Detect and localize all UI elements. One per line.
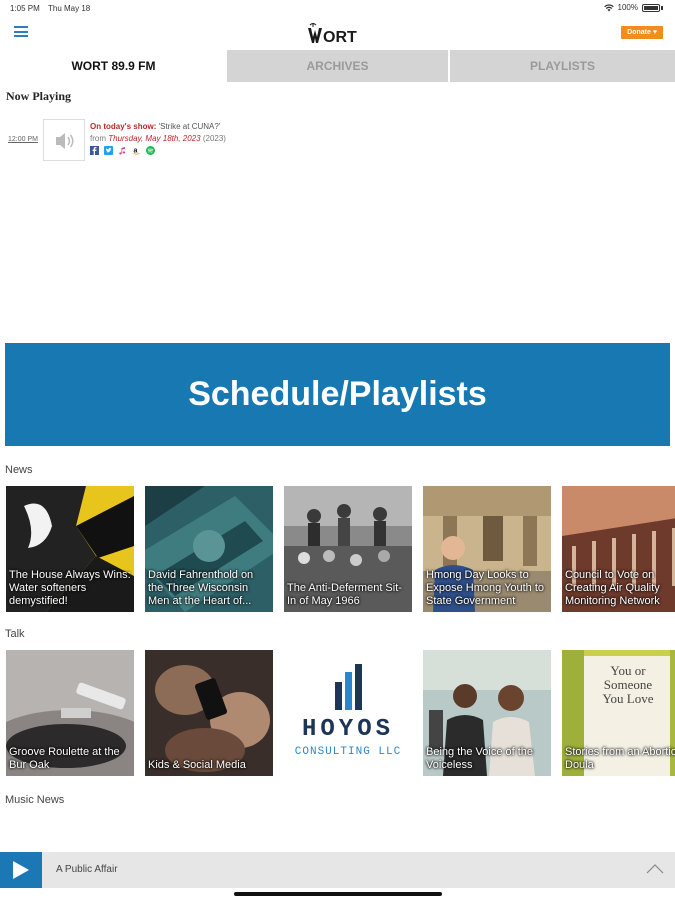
show-label: On today's show: xyxy=(90,122,157,131)
share-icons: a xyxy=(90,146,226,155)
sponsor-card-hoyos[interactable]: HOYOS CONSULTING LLC xyxy=(284,650,412,776)
tab-archives[interactable]: ARCHIVES xyxy=(227,50,450,82)
status-time: 1:05 PM xyxy=(10,4,40,13)
hoyos-name: HOYOS xyxy=(301,716,394,743)
menu-icon[interactable] xyxy=(14,26,28,37)
home-indicator xyxy=(234,892,442,896)
card-caption: David Fahrenthold on the Three Wisconsin… xyxy=(148,569,254,607)
battery-icon xyxy=(642,3,660,12)
tab-wort-fm[interactable]: WORT 89.9 FM xyxy=(0,50,227,82)
section-news-label: News xyxy=(5,464,33,476)
main-tabs: WORT 89.9 FM ARCHIVES PLAYLISTS xyxy=(0,50,675,82)
speaker-icon xyxy=(56,133,74,149)
news-card[interactable]: Council to Vote on Creating Air Quality … xyxy=(562,486,675,612)
status-right: 100% xyxy=(603,3,663,12)
now-playing-thumbnail xyxy=(43,119,85,161)
news-cards: The House Always Wins: Water softeners d… xyxy=(6,486,675,612)
show-date[interactable]: Thursday, May 18th, 2023 xyxy=(108,134,200,143)
section-talk-label: Talk xyxy=(5,628,25,640)
spotify-icon[interactable] xyxy=(146,146,155,155)
play-button[interactable] xyxy=(0,852,42,888)
news-card[interactable]: Hmong Day Looks to Expose Hmong Youth to… xyxy=(423,486,551,612)
battery-percent: 100% xyxy=(617,3,638,12)
show-year: (2023) xyxy=(202,134,226,143)
talk-card[interactable]: Kids & Social Media xyxy=(145,650,273,776)
talk-card[interactable]: Being the Voice of the Voiceless xyxy=(423,650,551,776)
schedule-playlists-banner[interactable]: Schedule/Playlists xyxy=(5,343,670,446)
status-date: Thu May 18 xyxy=(48,4,91,13)
talk-card[interactable]: You or Someone You Love Stories from an … xyxy=(562,650,675,776)
card-caption: Groove Roulette at the Bur Oak xyxy=(9,746,120,771)
news-card[interactable]: David Fahrenthold on the Three Wisconsin… xyxy=(145,486,273,612)
news-card[interactable]: The House Always Wins: Water softeners d… xyxy=(6,486,134,612)
talk-cards: Groove Roulette at the Bur Oak Kids & So… xyxy=(6,650,675,776)
play-icon xyxy=(13,861,29,879)
tab-playlists[interactable]: PLAYLISTS xyxy=(450,50,675,82)
svg-text:ORT: ORT xyxy=(323,29,357,46)
card-caption: The Anti-Deferment Sit-In of May 1966 xyxy=(287,582,402,607)
twitter-icon[interactable] xyxy=(104,146,113,155)
card-caption: Stories from an Abortion Doula xyxy=(565,746,675,771)
chevron-up-icon[interactable] xyxy=(645,860,665,878)
section-music-news-label: Music News xyxy=(5,794,65,806)
book-title: You or Someone You Love xyxy=(602,663,654,706)
now-playing-time[interactable]: 12:00 PM xyxy=(8,136,38,143)
facebook-icon[interactable] xyxy=(90,146,99,155)
show-title[interactable]: 'Strike at CUNA?' xyxy=(159,122,221,131)
now-playing-heading: Now Playing xyxy=(6,89,72,103)
itunes-icon[interactable] xyxy=(118,146,127,155)
status-bar: 1:05 PM Thu May 18 100% xyxy=(0,0,675,16)
app-header: ORT Donate ♥ xyxy=(0,16,675,48)
card-caption: Kids & Social Media xyxy=(148,759,246,771)
card-caption: The House Always Wins: Water softeners d… xyxy=(9,569,131,607)
battery-tip xyxy=(661,5,663,10)
now-playing-info: On today's show: 'Strike at CUNA?' from … xyxy=(90,121,226,155)
card-caption: Hmong Day Looks to Expose Hmong Youth to… xyxy=(426,569,545,607)
hoyos-sub: CONSULTING LLC xyxy=(294,746,402,758)
wifi-icon xyxy=(603,3,614,12)
amazon-icon[interactable]: a xyxy=(132,146,141,155)
talk-card-image xyxy=(145,650,273,776)
wort-logo: ORT xyxy=(307,22,371,46)
card-caption: Council to Vote on Creating Air Quality … xyxy=(565,569,660,607)
card-caption: Being the Voice of the Voiceless xyxy=(426,746,534,771)
donate-button[interactable]: Donate ♥ xyxy=(621,26,663,39)
player-title: A Public Affair xyxy=(56,864,118,875)
news-card[interactable]: The Anti-Deferment Sit-In of May 1966 xyxy=(284,486,412,612)
from-label: from xyxy=(90,134,106,143)
talk-card[interactable]: Groove Roulette at the Bur Oak xyxy=(6,650,134,776)
mini-player: A Public Affair xyxy=(0,852,675,888)
